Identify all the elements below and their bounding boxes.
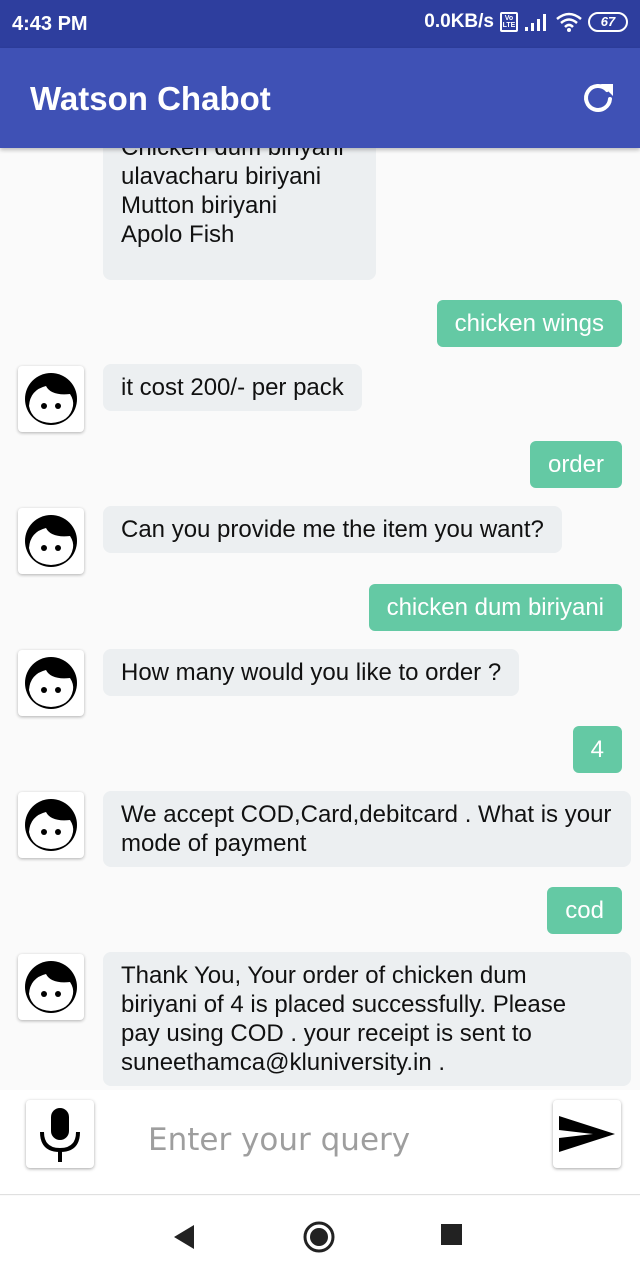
home-circle-icon[interactable] [302, 1220, 336, 1254]
bot-avatar [18, 508, 84, 574]
user-message: cod [547, 887, 622, 934]
message-line: Mutton biriyani [121, 192, 278, 219]
message-line: We accept COD,Card,debitcard . What is y… [121, 801, 612, 828]
message-line: ulavacharu biriyani [121, 163, 322, 190]
message-line: Apolo Fish [121, 221, 235, 248]
send-button[interactable] [553, 1100, 621, 1168]
recents-square-icon[interactable] [441, 1224, 462, 1245]
message-line: pay using COD . your receipt is sent to [121, 1020, 532, 1047]
bot-message: We accept COD,Card,debitcard . What is y… [103, 791, 631, 867]
signal-icon [525, 14, 546, 31]
bot-avatar [18, 366, 84, 432]
user-message: chicken wings [436, 300, 622, 347]
send-icon [559, 1116, 615, 1152]
message-line: biriyani of 4 is placed successfully. Pl… [121, 991, 567, 1018]
mic-button[interactable] [26, 1100, 94, 1168]
query-input[interactable] [148, 1118, 528, 1162]
bot-avatar [18, 954, 84, 1020]
app-bar: Watson Chabot [0, 48, 640, 148]
mic-icon [40, 1108, 80, 1162]
bot-message: it cost 200/- per pack [103, 364, 362, 411]
bot-message: Chicken dum biriyani ulavacharu biriyani… [103, 148, 376, 280]
bot-avatar [18, 650, 84, 716]
face-icon [25, 961, 77, 1013]
message-line: mode of payment [121, 830, 307, 857]
bot-avatar [18, 792, 84, 858]
refresh-icon[interactable] [580, 80, 616, 116]
battery-icon: 67 [588, 12, 628, 32]
bot-message: How many would you like to order ? [103, 649, 520, 696]
user-message: chicken dum biriyani [368, 584, 622, 631]
status-time: 4:43 PM [12, 13, 88, 35]
status-icons: 0.0KB/s Vo LTE 67 [424, 11, 628, 33]
face-icon [25, 657, 77, 709]
back-triangle-icon[interactable] [172, 1224, 196, 1250]
nav-bar [0, 1196, 640, 1280]
user-message: order [529, 441, 622, 488]
message-line: Chicken dum biriyani [121, 148, 358, 162]
app-title: Watson Chabot [30, 80, 271, 117]
message-line: suneethamca@kluniversity.in . [121, 1049, 446, 1076]
message-line: Thank You, Your order of chicken dum [121, 962, 527, 989]
bot-message: Can you provide me the item you want? [103, 506, 562, 553]
face-icon [25, 373, 77, 425]
volte-icon: Vo LTE [500, 12, 518, 32]
face-icon [25, 799, 77, 851]
status-bar: 4:43 PM 0.0KB/s Vo LTE 67 [0, 0, 640, 48]
face-icon [25, 515, 77, 567]
chat-list[interactable]: Chicken dum biriyani ulavacharu biriyani… [0, 148, 640, 1090]
wifi-icon [556, 12, 582, 32]
network-speed: 0.0KB/s [424, 11, 494, 32]
input-bar [0, 1090, 640, 1195]
bot-message: Thank You, Your order of chicken dum bir… [103, 952, 631, 1086]
user-message: 4 [572, 726, 622, 773]
